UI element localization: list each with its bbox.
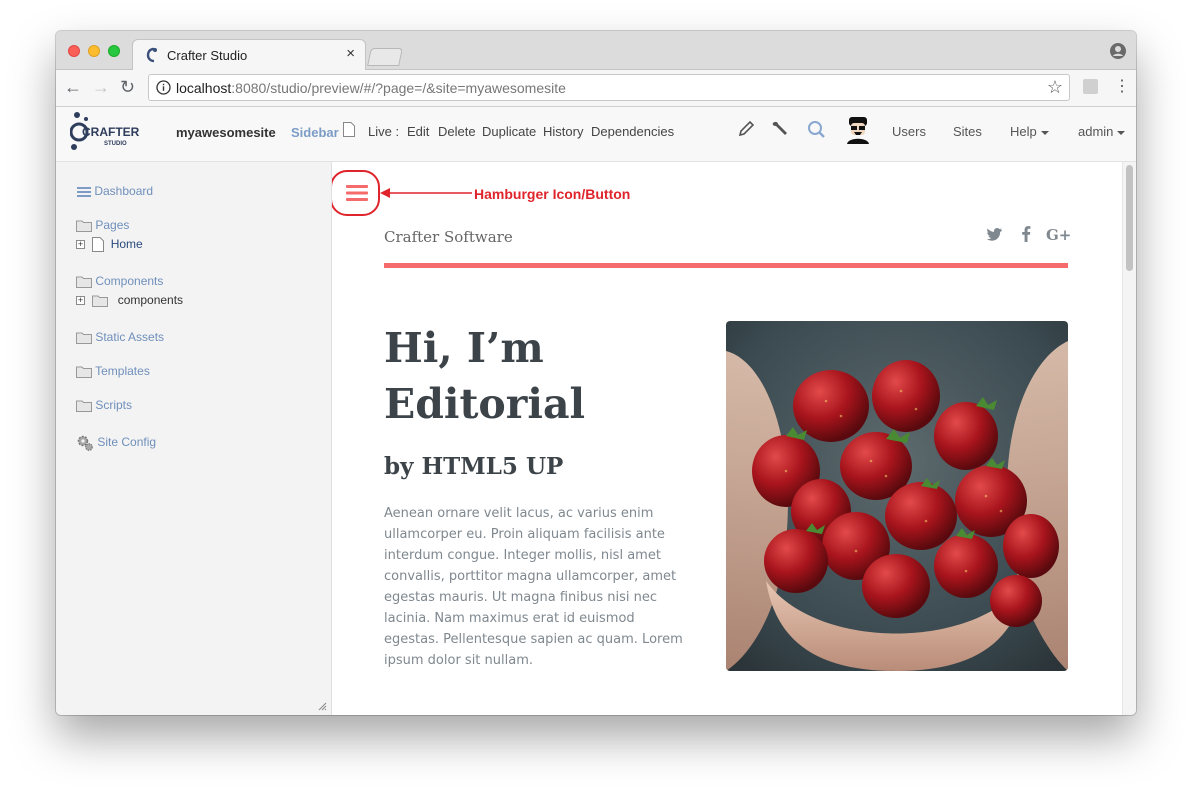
sidebar-item-pages[interactable]: Pages — [76, 218, 130, 233]
svg-text:CRAFTER: CRAFTER — [82, 125, 140, 139]
crafter-studio-logo[interactable]: CRAFTER STUDIO — [70, 110, 150, 152]
tab-title: Crafter Studio — [167, 48, 248, 63]
info-icon[interactable] — [156, 80, 171, 95]
history-link[interactable]: History — [543, 124, 583, 139]
tab-close-icon[interactable]: × — [346, 45, 355, 62]
admin-label: admin — [1078, 124, 1114, 139]
browser-tab[interactable]: Crafter Studio × — [132, 39, 366, 70]
page-icon — [343, 122, 355, 137]
folder-icon — [92, 295, 109, 308]
reload-icon[interactable]: ↻ — [120, 76, 135, 98]
sidebar-item-label: Pages — [95, 218, 130, 232]
chevron-down-icon — [1040, 130, 1049, 135]
edit-link[interactable]: Edit — [407, 124, 429, 139]
browser-window: Crafter Studio × ← → ↻ localhost:8080/st… — [56, 31, 1136, 715]
site-name[interactable]: myawesomesite — [176, 125, 276, 140]
sidebar-item-label: Site Config — [97, 435, 157, 450]
preview-frame: Hamburger Icon/Button Crafter Software G… — [332, 162, 1121, 715]
sidebar-item-static-assets[interactable]: Static Assets — [76, 330, 165, 345]
scrollbar-thumb[interactable] — [1126, 165, 1133, 271]
search-icon[interactable] — [807, 120, 826, 139]
admin-menu[interactable]: admin — [1078, 124, 1126, 139]
strawberries-image — [726, 321, 1068, 671]
hero-body-text: Aenean ornare velit lacus, ac varius eni… — [384, 506, 683, 668]
sidebar-item-scripts[interactable]: Scripts — [76, 398, 133, 413]
sidebar-item-label: Scripts — [95, 398, 133, 412]
sidebar-item-dashboard[interactable]: Dashboard — [77, 184, 153, 198]
tree-item-label: components — [117, 293, 184, 307]
menu-dots-icon[interactable]: ⋮ — [1114, 78, 1130, 96]
sidebar-item-components[interactable]: Components — [76, 274, 164, 289]
sites-link[interactable]: Sites — [953, 124, 982, 139]
help-menu[interactable]: Help — [1010, 124, 1049, 139]
dependencies-link[interactable]: Dependencies — [591, 124, 674, 139]
url-path: :8080/studio/preview/#/?page=/&site=myaw… — [231, 80, 566, 96]
back-arrow-icon[interactable]: ← — [64, 76, 82, 98]
expand-icon[interactable]: + — [76, 240, 85, 250]
hero-subtitle: by HTML5 UP — [384, 453, 564, 480]
pencil-icon[interactable] — [737, 120, 755, 138]
annotation-arrow — [380, 188, 472, 198]
sidebar-item-label: Components — [95, 274, 164, 288]
avatar-icon[interactable] — [846, 116, 870, 144]
crafter-favicon-icon — [146, 47, 157, 63]
sidebar-item-templates[interactable]: Templates — [76, 364, 150, 379]
expand-icon[interactable]: + — [76, 296, 85, 306]
tree-item-home[interactable]: + Home — [76, 237, 143, 253]
url-text: localhost:8080/studio/preview/#/?page=/&… — [176, 80, 566, 96]
chevron-down-icon — [1117, 130, 1126, 135]
sidebar: Dashboard Pages + Home Components + comp… — [56, 162, 332, 715]
folder-icon — [76, 400, 92, 413]
address-bar[interactable]: localhost:8080/studio/preview/#/?page=/&… — [148, 74, 1070, 101]
twitter-icon[interactable] — [987, 226, 1003, 242]
hamburger-icon[interactable] — [346, 185, 368, 201]
folder-icon — [76, 276, 92, 289]
url-host: localhost — [176, 80, 232, 96]
folder-icon — [76, 366, 92, 379]
duplicate-link[interactable]: Duplicate — [482, 124, 536, 139]
page-icon — [92, 237, 105, 253]
annotation-label: Hamburger Icon/Button — [474, 186, 631, 202]
gear-icon — [77, 435, 93, 451]
new-tab-button[interactable] — [367, 48, 403, 66]
svg-text:STUDIO: STUDIO — [104, 141, 127, 147]
forward-arrow-icon[interactable]: → — [92, 76, 110, 98]
maximize-window-button[interactable] — [108, 45, 120, 57]
sidebar-item-site-config[interactable]: Site Config — [76, 434, 156, 452]
live-label: Live : — [368, 124, 400, 139]
wrench-icon[interactable] — [770, 120, 790, 138]
minimize-window-button[interactable] — [88, 45, 100, 57]
tree-item-label: Home — [110, 237, 143, 251]
users-link[interactable]: Users — [892, 124, 926, 139]
sidebar-item-label: Templates — [95, 364, 150, 378]
browser-toolbar: ← → ↻ localhost:8080/studio/preview/#/?p… — [56, 70, 1136, 107]
preview-scrollbar[interactable] — [1122, 162, 1136, 715]
folder-icon — [76, 220, 92, 233]
profile-icon[interactable] — [1110, 43, 1126, 59]
star-icon[interactable]: ☆ — [1047, 77, 1063, 98]
studio-header: CRAFTER STUDIO myawesomesite Sidebar Liv… — [56, 107, 1136, 162]
sidebar-item-label: Static Assets — [95, 330, 165, 344]
folder-icon — [76, 332, 92, 345]
help-label: Help — [1010, 124, 1037, 139]
hero-title: Hi, I’m Editorial — [384, 324, 586, 428]
delete-link[interactable]: Delete — [438, 124, 476, 139]
site-brand-link[interactable]: Crafter Software — [384, 228, 513, 246]
tree-item-components[interactable]: + components — [76, 293, 184, 308]
google-plus-icon[interactable]: G+ — [1046, 226, 1071, 244]
header-divider — [384, 263, 1068, 268]
facebook-icon[interactable] — [1021, 226, 1031, 242]
extension-icon[interactable] — [1083, 79, 1098, 94]
sidebar-toggle[interactable]: Sidebar — [291, 125, 339, 140]
resize-grip-icon[interactable] — [317, 701, 327, 711]
dashboard-icon — [77, 186, 91, 197]
close-window-button[interactable] — [68, 45, 80, 57]
sidebar-item-label: Dashboard — [94, 184, 154, 198]
tab-strip: Crafter Studio × — [56, 31, 1136, 70]
